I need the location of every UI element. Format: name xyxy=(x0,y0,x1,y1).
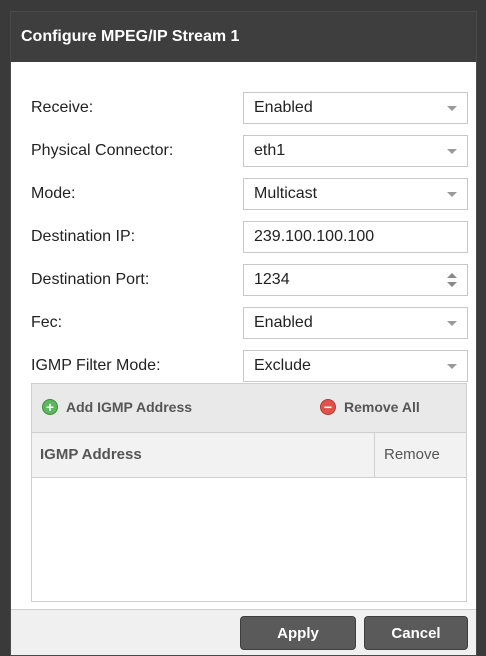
physical-connector-label: Physical Connector: xyxy=(31,142,174,159)
plus-circle-icon: + xyxy=(42,399,58,415)
apply-button[interactable]: Apply xyxy=(240,616,356,650)
destination-port-value: 1234 xyxy=(254,271,290,288)
dialog-title: Configure MPEG/IP Stream 1 xyxy=(11,12,476,62)
fec-label: Fec: xyxy=(31,314,63,331)
dialog-footer: Apply Cancel xyxy=(11,609,476,655)
igmp-filter-mode-select[interactable]: Exclude xyxy=(243,350,468,382)
configure-stream-dialog: Configure MPEG/IP Stream 1 Receive: Enab… xyxy=(10,11,477,656)
decrement-arrow-icon[interactable] xyxy=(447,282,457,287)
add-igmp-address-button[interactable]: + Add IGMP Address xyxy=(42,399,192,415)
chevron-down-icon xyxy=(447,364,457,369)
add-igmp-address-label: Add IGMP Address xyxy=(66,399,193,415)
physical-connector-select[interactable]: eth1 xyxy=(243,135,468,167)
igmp-address-panel: + Add IGMP Address − Remove All IGMP Add… xyxy=(31,383,467,602)
igmp-table-header: IGMP Address Remove xyxy=(32,433,466,478)
mode-select[interactable]: Multicast xyxy=(243,178,468,210)
receive-select[interactable]: Enabled xyxy=(243,92,468,124)
column-header-remove[interactable]: Remove xyxy=(384,446,440,463)
remove-all-button[interactable]: − Remove All xyxy=(320,399,420,415)
igmp-table-body xyxy=(32,478,466,603)
igmp-filter-mode-row: IGMP Filter Mode: Exclude xyxy=(11,350,476,384)
chevron-down-icon xyxy=(447,106,457,111)
igmp-toolbar: + Add IGMP Address − Remove All xyxy=(32,384,466,433)
igmp-filter-mode-value: Exclude xyxy=(254,357,311,374)
receive-row: Receive: Enabled xyxy=(11,92,476,126)
mode-value: Multicast xyxy=(254,185,318,202)
receive-value: Enabled xyxy=(254,99,313,116)
igmp-filter-mode-label: IGMP Filter Mode: xyxy=(31,357,161,374)
destination-port-label: Destination Port: xyxy=(31,271,150,288)
receive-label: Receive: xyxy=(31,99,94,116)
fec-row: Fec: Enabled xyxy=(11,307,476,341)
destination-ip-value: 239.100.100.100 xyxy=(254,228,375,245)
destination-ip-row: Destination IP: 239.100.100.100 xyxy=(11,221,476,255)
chevron-down-icon xyxy=(447,192,457,197)
physical-connector-row: Physical Connector: eth1 xyxy=(11,135,476,169)
mode-row: Mode: Multicast xyxy=(11,178,476,212)
minus-circle-icon: − xyxy=(320,399,336,415)
column-divider xyxy=(374,433,375,477)
chevron-down-icon xyxy=(447,149,457,154)
chevron-down-icon xyxy=(447,321,457,326)
destination-ip-input[interactable]: 239.100.100.100 xyxy=(243,221,468,253)
destination-ip-label: Destination IP: xyxy=(31,228,136,245)
mode-label: Mode: xyxy=(31,185,76,202)
physical-connector-value: eth1 xyxy=(254,142,286,159)
fec-value: Enabled xyxy=(254,314,313,331)
increment-arrow-icon[interactable] xyxy=(447,273,457,278)
destination-port-stepper[interactable]: 1234 xyxy=(243,264,468,296)
destination-port-row: Destination Port: 1234 xyxy=(11,264,476,298)
remove-all-label: Remove All xyxy=(344,399,420,415)
column-header-igmp-address[interactable]: IGMP Address xyxy=(40,446,142,463)
fec-select[interactable]: Enabled xyxy=(243,307,468,339)
cancel-button[interactable]: Cancel xyxy=(364,616,468,650)
spinner-icon[interactable] xyxy=(447,273,457,289)
